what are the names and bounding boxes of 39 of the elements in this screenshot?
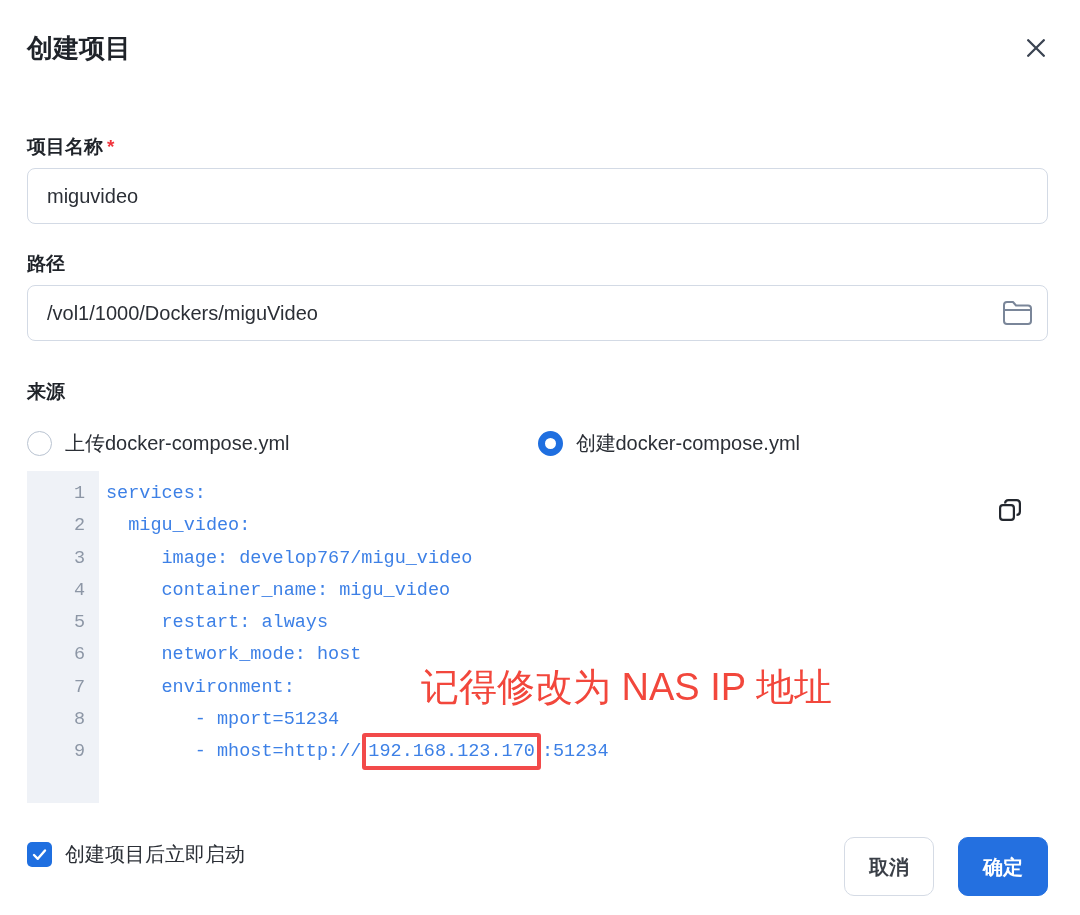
code-line: services: (106, 483, 206, 504)
copy-icon[interactable] (999, 499, 1021, 521)
checkbox-label[interactable]: 创建项目后立即启动 (65, 839, 245, 869)
folder-icon[interactable] (1002, 300, 1033, 326)
code-line: migu_video: (127, 515, 251, 537)
checkbox[interactable] (27, 841, 52, 867)
code-line: network_mode: host (160, 644, 362, 666)
code-line: - mport=51234 (193, 709, 340, 731)
confirm-button[interactable]: 确定 (958, 837, 1048, 896)
line-number: 1 (72, 482, 86, 506)
radio-label[interactable]: 上传docker-compose.yml (65, 428, 290, 458)
radio-button[interactable] (27, 430, 52, 456)
cancel-button[interactable]: 取消 (844, 837, 934, 896)
field-label: 路径 (27, 252, 65, 276)
code-line: container_name: migu_video (160, 579, 451, 601)
section-label: 来源 (27, 380, 66, 404)
line-number: 5 (72, 611, 86, 636)
code-line: environment: (160, 676, 295, 698)
close-icon[interactable] (1027, 39, 1045, 57)
dialog-title: 创建项目 (27, 32, 131, 65)
required-mark: * (107, 135, 115, 159)
line-number: 8 (72, 708, 86, 733)
code-text: :51234 (541, 741, 609, 763)
line-number: 4 (72, 578, 86, 603)
field-label: 项目名称 (27, 135, 103, 159)
path-field[interactable]: /vol1/1000/Dockers/miguVideo (27, 285, 1048, 341)
code-line: image: develop767/migu_video (160, 547, 473, 569)
annotation-text: 记得修改为 NAS IP 地址 (421, 665, 833, 710)
radio-button[interactable] (537, 430, 563, 456)
code-text: - mhost=http:// (193, 741, 362, 763)
line-number: 6 (72, 643, 86, 668)
name-field[interactable]: miguvideo (27, 168, 1048, 224)
highlighted-code: 192.168.123.170 (362, 733, 541, 771)
line-number: 3 (72, 546, 86, 571)
code-line: restart: always (160, 612, 329, 634)
line-number: 7 (72, 675, 86, 700)
line-number: 2 (72, 514, 86, 539)
line-number: 9 (72, 740, 86, 765)
radio-label[interactable]: 创建docker-compose.yml (575, 428, 800, 458)
